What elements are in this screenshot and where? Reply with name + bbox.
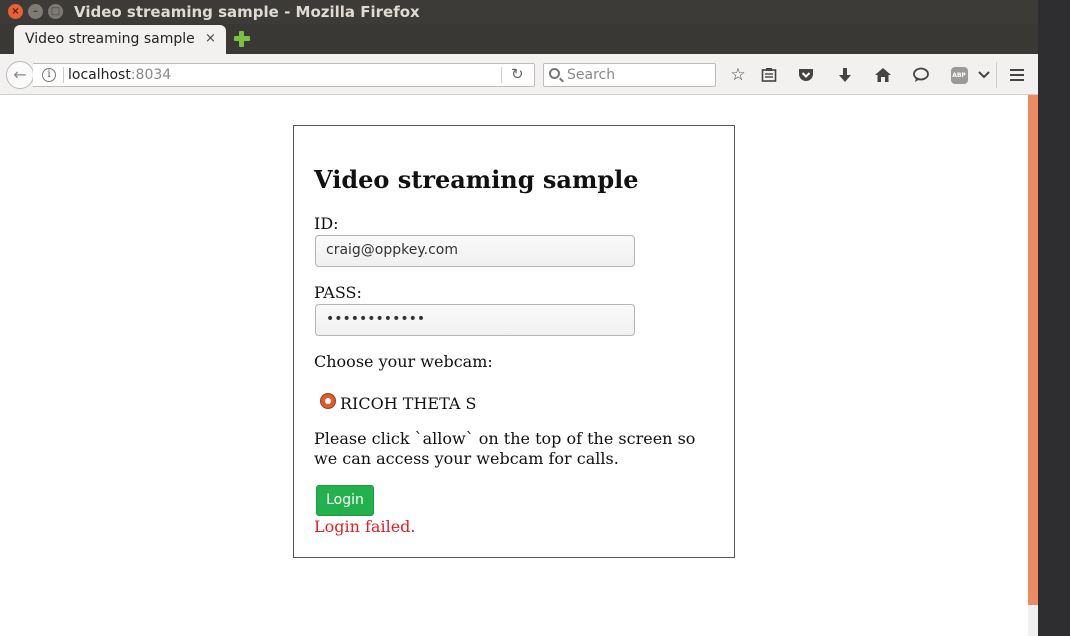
url-separator-right — [501, 67, 502, 83]
download-icon[interactable] — [834, 64, 856, 86]
chevron-down-icon[interactable] — [973, 64, 995, 86]
desktop-background — [1038, 0, 1070, 636]
tab-strip: Video streaming sample × — [0, 24, 1038, 54]
url-text[interactable]: localhost:8034 — [68, 67, 171, 83]
tab-label: Video streaming sample — [25, 31, 195, 47]
url-bar[interactable]: i localhost:8034 ↻ — [33, 63, 535, 87]
id-label: ID: — [314, 214, 339, 233]
url-separator — [63, 67, 64, 83]
adblock-icon[interactable]: ABP — [948, 64, 970, 86]
home-icon[interactable] — [872, 64, 894, 86]
pass-label: PASS: — [314, 283, 362, 302]
window-close-button[interactable]: × — [8, 4, 23, 19]
page-content: Video streaming sample ID: craig@oppkey.… — [0, 95, 1028, 636]
url-host: localhost — [68, 67, 131, 83]
webcam-instructions: Please click `allow` on the top of the s… — [314, 429, 696, 468]
page-title: Video streaming sample — [314, 165, 639, 194]
id-field[interactable]: craig@oppkey.com — [315, 235, 635, 267]
adblock-badge: ABP — [950, 66, 968, 84]
search-placeholder: Search — [567, 67, 616, 83]
search-input[interactable]: Search — [543, 63, 716, 87]
back-icon[interactable]: ← — [6, 61, 34, 89]
window-maximize-button[interactable]: □ — [48, 4, 63, 19]
pocket-icon[interactable] — [795, 64, 817, 86]
reload-icon[interactable]: ↻ — [511, 65, 524, 83]
webcam-option-label[interactable]: RICOH THETA S — [340, 394, 476, 413]
login-button[interactable]: Login — [316, 485, 374, 516]
window-title: Video streaming sample - Mozilla Firefox — [74, 3, 420, 21]
url-port: :8034 — [130, 67, 172, 83]
error-message: Login failed. — [314, 517, 416, 536]
menu-icon[interactable] — [1006, 64, 1028, 86]
scrollbar-thumb[interactable] — [1028, 95, 1038, 605]
chat-icon[interactable] — [910, 64, 932, 86]
login-card: Video streaming sample ID: craig@oppkey.… — [293, 125, 735, 558]
tab-close-icon[interactable]: × — [205, 31, 216, 46]
new-tab-plus-icon[interactable] — [233, 29, 253, 49]
search-icon — [549, 68, 560, 79]
window-minimize-button[interactable]: – — [28, 4, 43, 19]
password-field[interactable]: •••••••••••• — [315, 304, 635, 336]
tab-video-streaming[interactable]: Video streaming sample × — [14, 25, 226, 54]
info-icon[interactable]: i — [42, 68, 56, 82]
reader-list-icon[interactable] — [758, 64, 780, 86]
webcam-radio[interactable] — [320, 393, 336, 409]
webcam-label: Choose your webcam: — [314, 352, 493, 371]
firefox-window: × – □ Video streaming sample - Mozilla F… — [0, 0, 1038, 636]
star-icon[interactable]: ☆ — [727, 64, 749, 86]
window-titlebar: × – □ Video streaming sample - Mozilla F… — [0, 0, 1038, 24]
toolbar-divider — [996, 62, 997, 88]
